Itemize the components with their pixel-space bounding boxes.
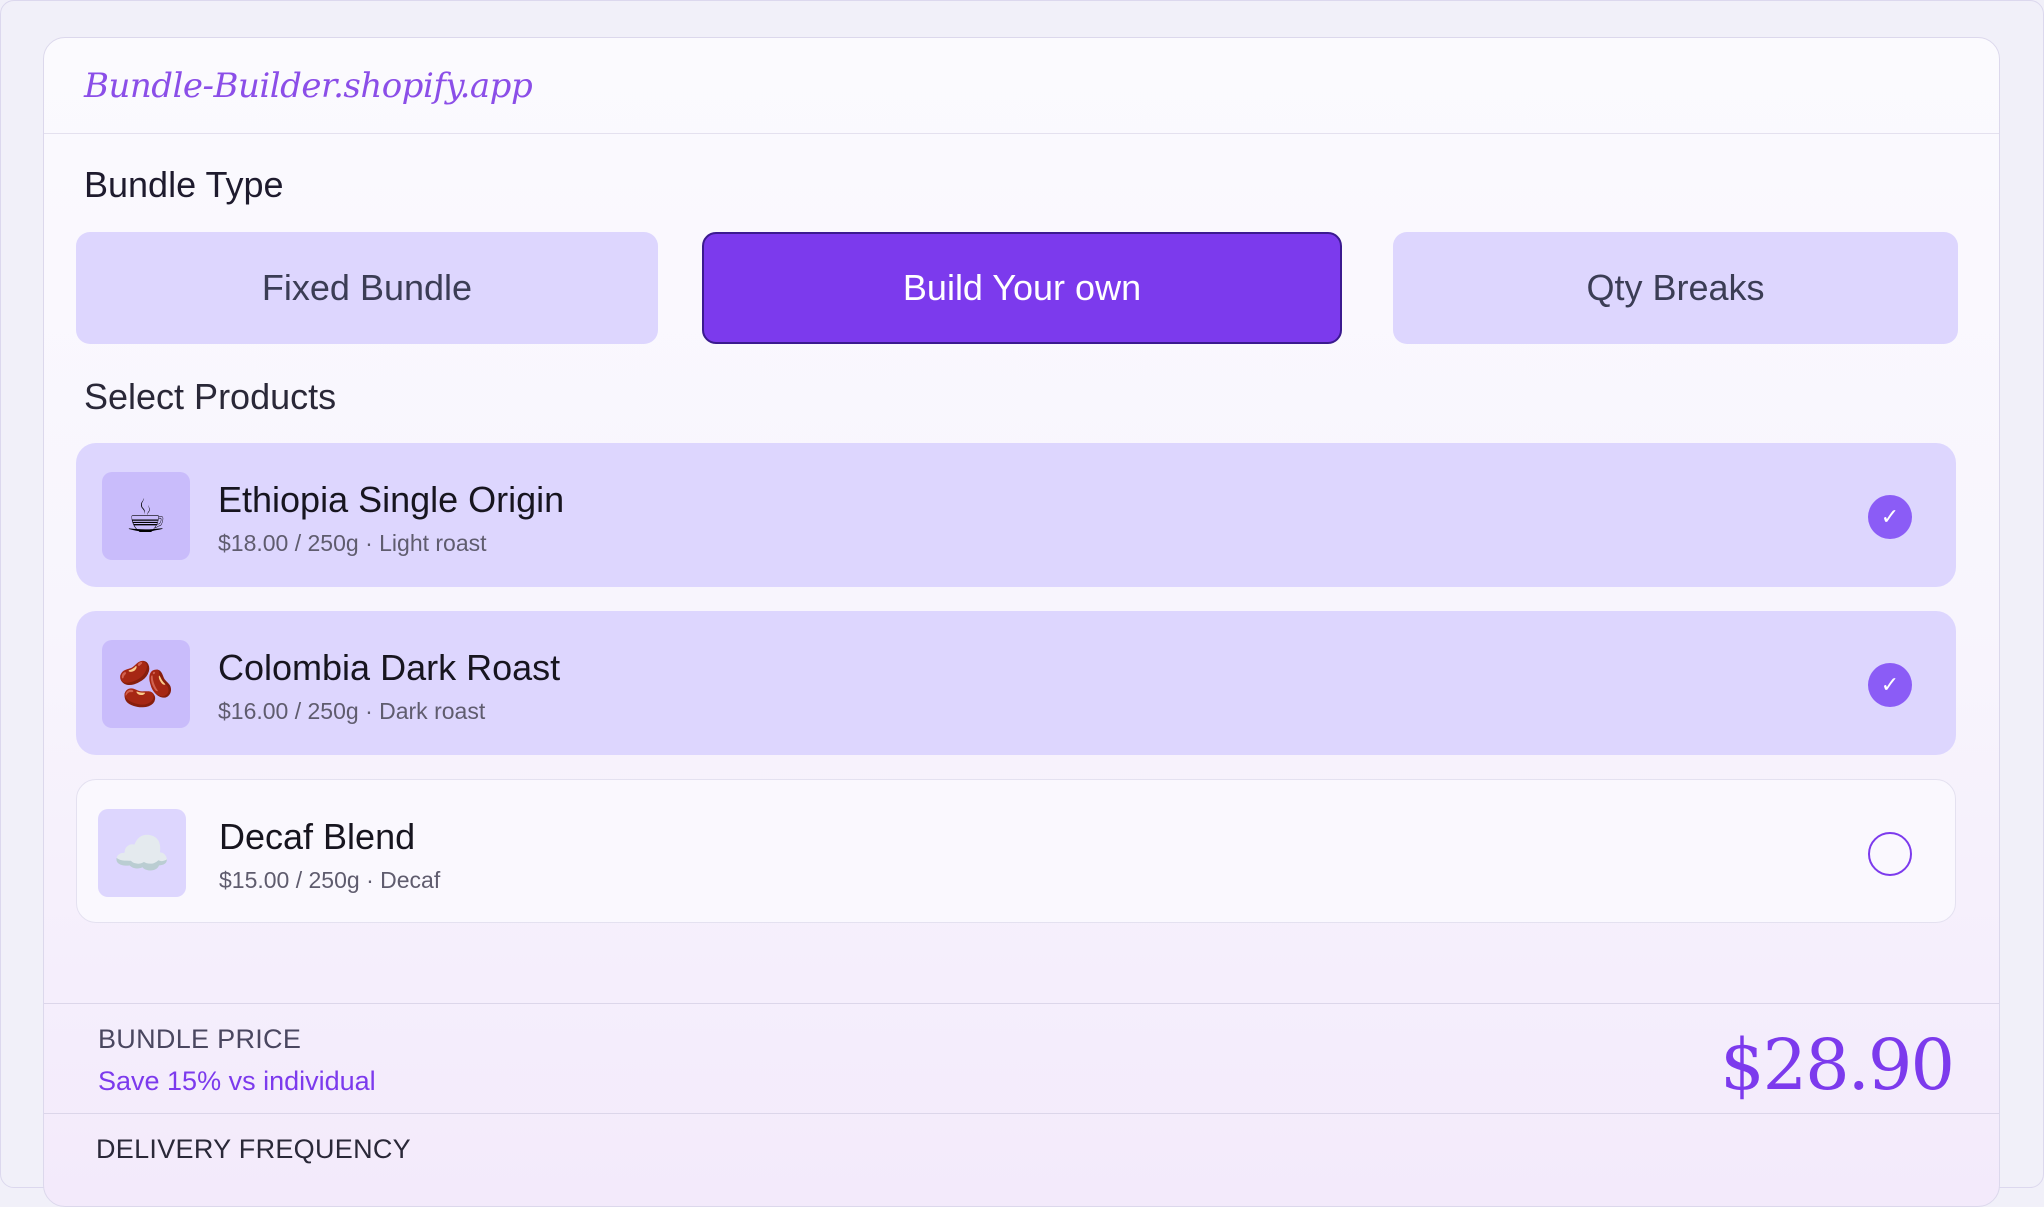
savings-text: Save 15% vs individual <box>98 1066 376 1096</box>
checkmark-icon[interactable]: ✓ <box>1868 495 1912 539</box>
delivery-divider <box>44 1113 1999 1114</box>
product-meta: $16.00 / 250g · Dark roast <box>218 698 486 724</box>
coffee-cup-icon: ☕ <box>102 472 190 560</box>
bundle-price-label: BUNDLE PRICE <box>98 1024 302 1054</box>
bundle-price-value: $28.90 <box>1720 1024 1955 1106</box>
checkmark-icon[interactable]: ✓ <box>1868 663 1912 707</box>
product-item-colombia[interactable]: 🫘 Colombia Dark Roast $16.00 / 250g · Da… <box>76 611 1956 755</box>
product-name: Decaf Blend <box>219 816 416 857</box>
product-name: Colombia Dark Roast <box>218 647 561 688</box>
product-name: Ethiopia Single Origin <box>218 479 565 520</box>
bundle-type-heading: Bundle Type <box>84 164 284 205</box>
cloud-icon: ☁️ <box>98 809 186 897</box>
summary-divider <box>44 1003 1999 1004</box>
product-item-decaf[interactable]: ☁️ Decaf Blend $15.00 / 250g · Decaf <box>76 779 1956 923</box>
qty-breaks-button[interactable]: Qty Breaks <box>1393 232 1958 344</box>
unchecked-circle-icon[interactable] <box>1868 832 1912 876</box>
app-title: Bundle-Builder.shopify.app <box>84 66 533 106</box>
product-meta: $18.00 / 250g · Light roast <box>218 530 487 556</box>
beans-icon: 🫘 <box>102 640 190 728</box>
delivery-frequency-label: DELIVERY FREQUENCY <box>96 1134 411 1164</box>
header-divider <box>44 133 1999 134</box>
product-meta: $15.00 / 250g · Decaf <box>219 867 441 893</box>
select-products-heading: Select Products <box>84 376 337 417</box>
fixed-bundle-button[interactable]: Fixed Bundle <box>76 232 658 344</box>
product-item-ethiopia[interactable]: ☕ Ethiopia Single Origin $18.00 / 250g ·… <box>76 443 1956 587</box>
build-your-own-button[interactable]: Build Your own <box>702 232 1342 344</box>
